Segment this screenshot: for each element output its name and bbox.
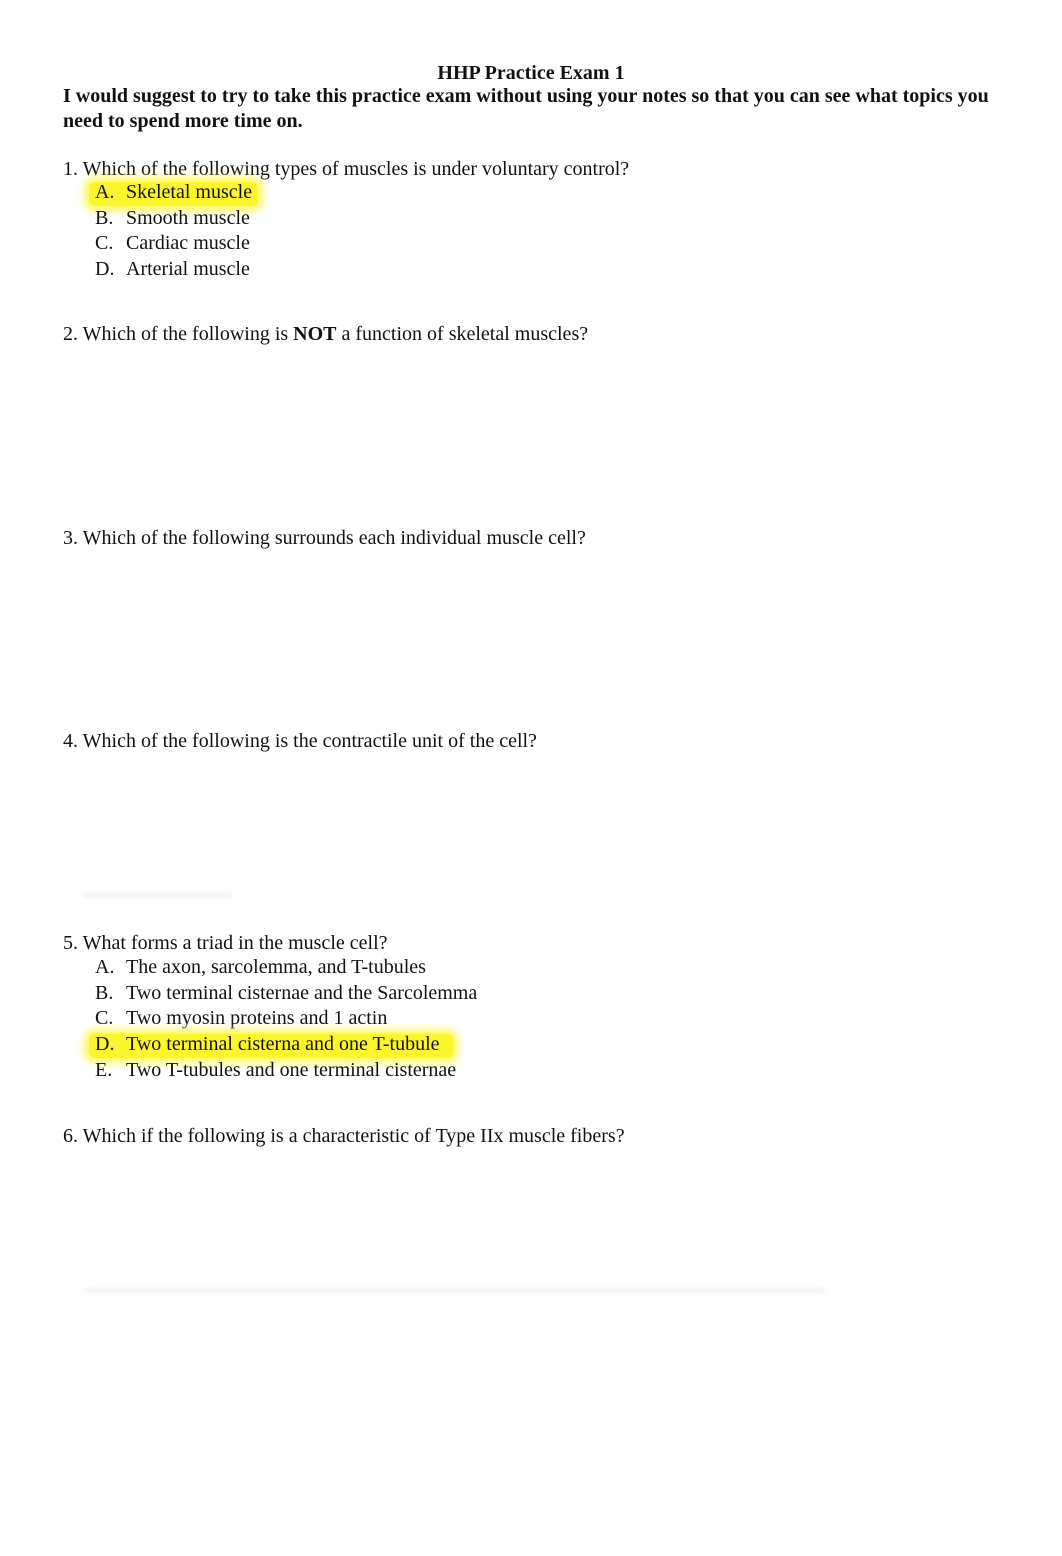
question-number: 3. <box>63 527 78 549</box>
option-text: Smooth muscle <box>126 206 250 229</box>
option-letter: E. <box>95 1058 113 1081</box>
option-letter: C. <box>95 232 114 255</box>
option-d-highlighted: D. Two terminal cisterna and one T-tubule <box>89 1032 477 1058</box>
question-number: 5. <box>63 932 78 954</box>
option-b: B. Smooth muscle <box>95 206 252 232</box>
question-4: 4. Which of the following is the contrac… <box>63 729 537 753</box>
option-c: C. Two myosin proteins and 1 actin <box>95 1006 477 1032</box>
obscured-text-smudge <box>85 1288 825 1292</box>
option-letter: B. <box>95 206 114 229</box>
option-text: Skeletal muscle <box>126 181 253 203</box>
question-3: 3. Which of the following surrounds each… <box>63 526 586 550</box>
option-text: Two terminal cisternae and the Sarcolemm… <box>126 981 478 1004</box>
question-1: 1. Which of the following types of muscl… <box>63 157 629 181</box>
question-text: What forms a triad in the muscle cell? <box>82 932 388 954</box>
question-text: Which if the following is a characterist… <box>82 1125 625 1147</box>
option-letter: D. <box>95 258 115 281</box>
option-text: The axon, sarcolemma, and T-tubules <box>126 956 426 978</box>
question-6: 6. Which if the following is a character… <box>63 1124 625 1148</box>
obscured-text-smudge <box>82 893 232 897</box>
option-text: Cardiac muscle <box>126 232 250 255</box>
question-text-before: Which of the following is <box>82 323 289 345</box>
question-5: 5. What forms a triad in the muscle cell… <box>63 931 388 955</box>
option-e: E. Two T-tubules and one terminal cistern… <box>95 1058 477 1084</box>
option-text: Two myosin proteins and 1 actin <box>126 1007 388 1030</box>
option-c: C. Cardiac muscle <box>95 231 252 257</box>
question-number: 1. <box>63 158 78 180</box>
question-text: Which of the following surrounds each in… <box>82 527 586 549</box>
option-text: Two T-tubules and one terminal cisternae <box>126 1058 457 1081</box>
question-number: 6. <box>63 1125 78 1147</box>
document-title: HHP Practice Exam 1 <box>437 62 625 84</box>
option-text: Arterial muscle <box>126 258 250 281</box>
question-text: Which of the following types of muscles … <box>82 158 630 180</box>
question-number: 4. <box>63 730 78 752</box>
question-5-options: A. The axon, sarcolemma, and T-tubules B.… <box>89 955 477 1084</box>
question-text-emphasis: NOT <box>293 323 337 345</box>
intro-instructions: I would suggest to try to take this prac… <box>63 85 989 132</box>
question-text-after: a function of skeletal muscles? <box>341 323 589 345</box>
option-a: A. The axon, sarcolemma, and T-tubules <box>95 955 477 981</box>
option-letter: C. <box>95 1007 114 1030</box>
option-letter: B. <box>95 981 114 1004</box>
question-1-options: A. Skeletal muscle B. Smooth muscle C. Card… <box>89 180 258 283</box>
option-letter: A. <box>95 181 115 203</box>
question-text: Which of the following is the contractil… <box>82 730 537 752</box>
option-text: Two terminal cisterna and one T-tubule <box>126 1033 440 1056</box>
option-d: D. Arterial muscle <box>95 257 252 283</box>
option-letter: D. <box>95 1033 115 1056</box>
document-page: HHP Practice Exam 1 I would suggest to t… <box>0 0 1062 1556</box>
option-letter: A. <box>95 956 115 978</box>
option-b: B. Two terminal cisternae and the Sarcole… <box>95 981 477 1007</box>
question-2: 2. Which of the following is NOT a funct… <box>63 322 588 346</box>
question-number: 2. <box>63 323 78 345</box>
option-a-highlighted: A. Skeletal muscle <box>89 180 258 206</box>
